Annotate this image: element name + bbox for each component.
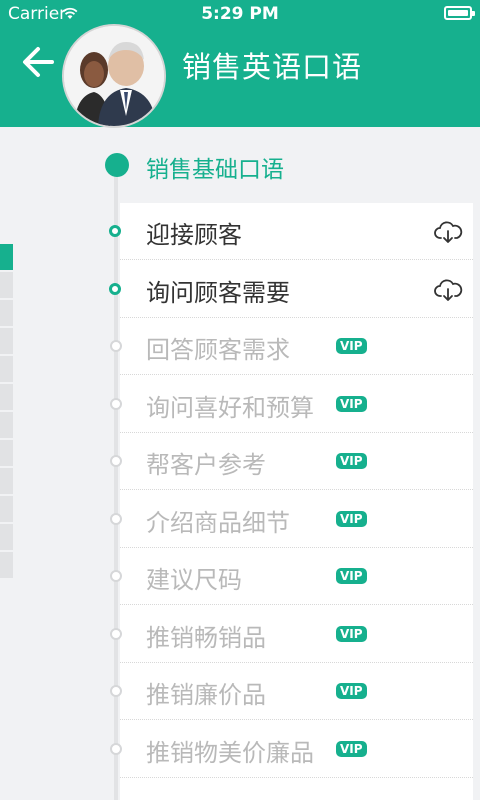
lesson-label: 介绍商品细节: [146, 508, 290, 537]
cloud-download-icon[interactable]: [433, 277, 463, 303]
sidebar-tab[interactable]: [0, 468, 13, 494]
lesson-item[interactable]: 推销物美价廉品 VIP: [120, 721, 473, 778]
vip-badge: VIP: [336, 395, 367, 412]
sidebar-tab[interactable]: [0, 524, 13, 550]
avatar-photo: [64, 26, 164, 126]
lesson-item[interactable]: 询问顾客需要: [120, 261, 473, 318]
lesson-label: 回答顾客需求: [146, 336, 290, 364]
status-time: 5:29 PM: [201, 4, 279, 24]
lesson-item[interactable]: 建议尺码 VIP: [120, 548, 473, 605]
vip-badge: VIP: [336, 453, 367, 469]
vip-badge: VIP: [336, 568, 367, 584]
sidebar-tab[interactable]: [0, 552, 13, 578]
vip-badge: VIP: [336, 625, 367, 642]
sidebar-tab[interactable]: [0, 440, 13, 466]
lesson-label: 建议尺码: [146, 566, 242, 594]
vip-badge: VIP: [336, 683, 367, 699]
sidebar-tab[interactable]: [0, 496, 13, 522]
header-bar: Carrier 5:29 PM 销售英语口语: [0, 0, 480, 127]
timeline-line: [114, 166, 118, 800]
vip-badge: VIP: [336, 740, 367, 757]
sidebar-tab[interactable]: [0, 300, 13, 326]
vip-badge: VIP: [336, 510, 367, 527]
lesson-label: 推销廉价品: [146, 681, 266, 709]
lesson-label: 推销物美价廉品: [146, 738, 314, 767]
battery-icon: [444, 6, 475, 20]
page-title: 销售英语口语: [182, 50, 363, 84]
lesson-item[interactable]: 介绍商品细节 VIP: [120, 491, 473, 548]
cloud-download-icon[interactable]: [433, 219, 463, 245]
section-title: 销售基础口语: [146, 157, 284, 183]
lesson-label: 迎接顾客: [146, 221, 242, 249]
sidebar-tab[interactable]: [0, 356, 13, 382]
sidebar-tab-active[interactable]: [0, 244, 13, 270]
sidebar-tab[interactable]: [0, 384, 13, 410]
lesson-item[interactable]: 推销畅销品 VIP: [120, 606, 473, 663]
lesson-label: 帮客户参考: [146, 451, 266, 479]
sidebar-tab[interactable]: [0, 272, 13, 298]
back-arrow-icon[interactable]: [18, 42, 58, 82]
lesson-item[interactable]: 回答顾客需求 VIP: [120, 318, 473, 375]
lesson-label: 询问顾客需要: [146, 278, 290, 307]
lesson-item[interactable]: 帮客户参考 VIP: [120, 433, 473, 490]
vip-badge: VIP: [336, 338, 367, 354]
lesson-item[interactable]: 迎接顾客: [120, 203, 473, 260]
lesson-label: 询问喜好和预算: [146, 393, 314, 422]
sidebar-tab[interactable]: [0, 328, 13, 354]
status-bar: Carrier 5:29 PM: [0, 0, 480, 28]
lesson-item[interactable]: 推销廉价品 VIP: [120, 663, 473, 720]
lesson-label: 推销畅销品: [146, 623, 266, 652]
section-dot: [105, 153, 129, 177]
avatar: [64, 26, 164, 126]
sidebar-tab[interactable]: [0, 412, 13, 438]
lesson-item[interactable]: 询问喜好和预算 VIP: [120, 376, 473, 433]
